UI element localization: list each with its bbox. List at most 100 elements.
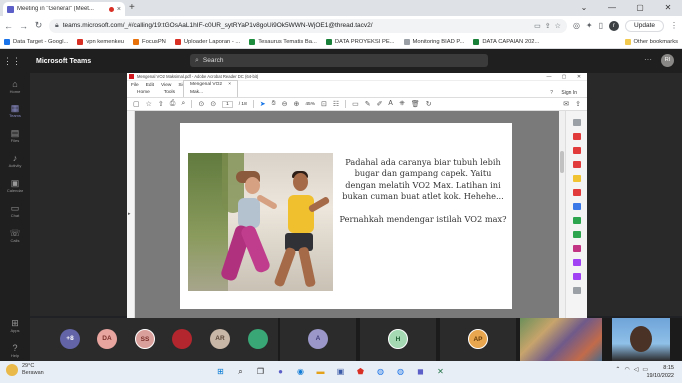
combine-files-icon[interactable] — [573, 189, 581, 196]
participant-avatar[interactable]: A — [308, 329, 328, 349]
bookmark-item[interactable]: Monitoring BIAD P... — [403, 38, 464, 45]
rail-item-chat[interactable]: ▭ Chat — [0, 203, 30, 218]
rail-item-calendar[interactable]: ▣ Calendar — [0, 178, 30, 193]
extensions-puzzle-icon[interactable]: ✦ — [586, 21, 593, 30]
other-bookmarks[interactable]: Other bookmarks — [624, 38, 678, 45]
bookmark-item[interactable]: DATA CAPAIAN 202... — [473, 38, 539, 45]
reload-icon[interactable]: ↻ — [34, 20, 43, 31]
teams-search-input[interactable]: ⌕ Search — [190, 54, 488, 67]
upload-icon[interactable]: ⇧ — [158, 100, 164, 108]
minimize-button[interactable]: — — [598, 0, 626, 16]
stamp-icon[interactable]: ⎈ — [399, 100, 405, 108]
zoom-in-icon[interactable]: ⊕ — [294, 100, 300, 108]
back-arrow-icon[interactable]: ← — [4, 21, 13, 31]
address-bar[interactable]: 🔒︎ teams.microsoft.com/_#/calling/19:tGO… — [49, 18, 567, 33]
side-panel-icon[interactable]: ▯ — [599, 21, 603, 30]
select-cursor-icon[interactable]: ➤ — [260, 100, 266, 108]
search-icon[interactable]: ⌕ — [233, 364, 248, 379]
update-button[interactable]: Update — [625, 19, 664, 32]
bookmark-item[interactable]: DATA PROYEKSI PE... — [325, 38, 395, 45]
protect-icon[interactable] — [573, 245, 581, 252]
next-page-icon[interactable]: ⊙ — [210, 100, 216, 108]
tab-close-icon[interactable]: × — [117, 6, 121, 13]
search-tool-icon[interactable] — [573, 119, 581, 126]
menu-view[interactable]: View — [161, 83, 171, 88]
rail-item-calls[interactable]: ☏ Calls — [0, 228, 30, 243]
bookmark-item[interactable]: vpn kemenkeu — [77, 38, 124, 45]
create-pdf-icon[interactable]: ▢ — [133, 100, 140, 108]
create-pdf-tool-icon[interactable] — [573, 147, 581, 154]
menu-file[interactable]: File — [131, 83, 139, 88]
start-windows-icon[interactable]: ⊞ — [213, 364, 228, 379]
expand-left-panel-icon[interactable]: ▸ — [128, 211, 131, 217]
menu-edit[interactable]: Edit — [146, 83, 154, 88]
draw-icon[interactable]: ✐ — [377, 100, 383, 108]
fill-sign-icon[interactable] — [573, 259, 581, 266]
browser-tab-teams-meeting[interactable]: Meeting in "General" (Meet... × — [3, 2, 125, 16]
file-explorer-icon[interactable]: ▬ — [313, 364, 328, 379]
url-text[interactable]: teams.microsoft.com/_#/calling/19:tGOsAa… — [63, 22, 530, 29]
comment-icon[interactable]: ▭ — [352, 100, 359, 108]
comment-tool-icon[interactable] — [573, 175, 581, 182]
participant-avatar-speaking[interactable]: SS — [135, 329, 155, 349]
store-icon[interactable]: ▣ — [333, 364, 348, 379]
more-participants-avatar[interactable]: +8 — [60, 329, 80, 349]
delete-icon[interactable]: 🗑︎ — [411, 100, 420, 108]
more-tools-icon[interactable] — [573, 287, 581, 294]
weather-widget[interactable]: 29°C Berawan — [6, 363, 44, 377]
participant-photo-avatar[interactable] — [248, 329, 268, 349]
bookmark-star-icon[interactable]: ☆ — [146, 100, 152, 108]
close-window-button[interactable]: ✕ — [654, 0, 682, 16]
extension-icon[interactable]: ◎ — [573, 21, 580, 30]
gallery-video-feed[interactable] — [520, 318, 602, 361]
organize-pages-icon[interactable] — [573, 203, 581, 210]
rail-item-home[interactable]: ⌂ Home — [0, 79, 30, 94]
tray-chevron-icon[interactable]: ⌃ — [615, 366, 620, 373]
edge-icon[interactable]: ◉ — [293, 364, 308, 379]
bookmark-item[interactable]: Tesaurus Tematis Ba... — [249, 38, 317, 45]
rail-item-help[interactable]: ? Help — [0, 343, 30, 358]
forward-arrow-icon[interactable]: → — [19, 21, 28, 31]
system-clock[interactable]: 8:15 19/10/2022 — [646, 364, 674, 380]
tab-home[interactable]: Home — [131, 89, 156, 97]
previous-page-icon[interactable]: ⊙ — [198, 100, 204, 108]
edit-pdf-icon[interactable] — [573, 161, 581, 168]
export-pdf-icon[interactable] — [573, 133, 581, 140]
acrobat-minimize-button[interactable]: — — [543, 74, 555, 80]
video-camera-icon[interactable]: ▭ — [534, 22, 541, 30]
wifi-icon[interactable]: ◠ — [624, 366, 629, 373]
text-edit-icon[interactable]: Ꭺ — [389, 100, 394, 108]
email-icon[interactable]: ✉ — [563, 100, 569, 108]
tab-document[interactable]: Mengenal VO2 Mak... × — [183, 80, 238, 97]
rail-item-teams[interactable]: ▦ Teams — [0, 103, 30, 118]
more-options-icon[interactable]: ··· — [644, 55, 652, 64]
zoom-search-icon[interactable]: ⌕ — [181, 100, 185, 108]
share-icon[interactable]: ⇪ — [545, 22, 551, 30]
print-icon[interactable]: ⎙ — [170, 100, 176, 108]
chrome-icon[interactable]: ◍ — [373, 364, 388, 379]
browser-menu-icon[interactable]: ⋮ — [670, 21, 678, 30]
acrobat-maximize-button[interactable]: ▢ — [558, 74, 570, 80]
scroll-mode-icon[interactable]: ☷ — [333, 100, 339, 108]
document-tab-close-icon[interactable]: × — [228, 81, 231, 97]
participant-avatar[interactable]: AR — [210, 329, 230, 349]
excel-icon[interactable]: ✕ — [433, 364, 448, 379]
page-number-input[interactable]: 1 — [222, 100, 233, 108]
bookmark-item[interactable]: FocusPN — [133, 38, 166, 45]
highlight-pen-icon[interactable]: ✎ — [365, 100, 371, 108]
zoom-out-icon[interactable]: ⊖ — [282, 100, 288, 108]
rail-item-activity[interactable]: ♪ Activity — [0, 153, 30, 168]
app-launcher-icon[interactable]: ⋮⋮ — [0, 56, 24, 67]
self-video-feed[interactable] — [612, 318, 670, 361]
task-view-icon[interactable]: ❐ — [253, 364, 268, 379]
participant-avatar[interactable]: DA — [97, 329, 117, 349]
volume-icon[interactable]: ◁ — [634, 366, 639, 373]
help-icon[interactable]: ? — [550, 90, 553, 96]
redact-icon[interactable] — [573, 231, 581, 238]
user-avatar[interactable]: RI — [661, 54, 674, 67]
tab-search-icon[interactable]: ⌄ — [570, 0, 598, 16]
teams-icon[interactable]: ◼ — [413, 364, 428, 379]
participant-avatar[interactable]: H — [388, 329, 408, 349]
maximize-button[interactable]: ▢ — [626, 0, 654, 16]
acrobat-icon[interactable]: ⬟ — [353, 364, 368, 379]
